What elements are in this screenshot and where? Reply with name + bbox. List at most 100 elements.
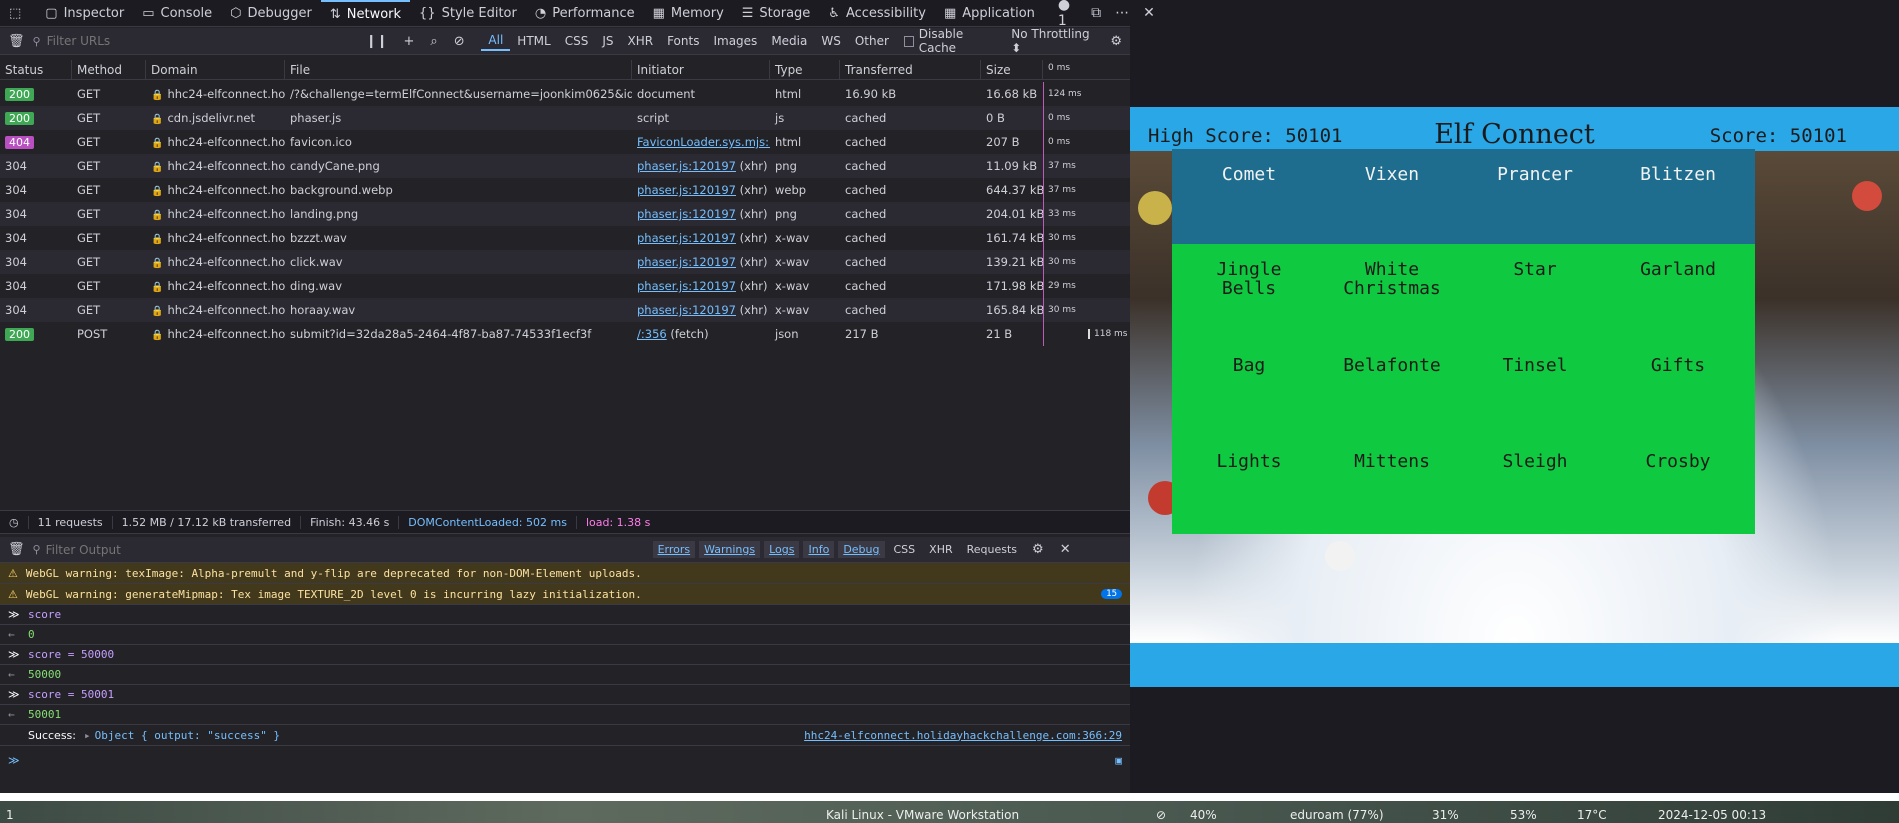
word-tile[interactable]: Gifts	[1601, 340, 1755, 438]
col-method[interactable]: Method	[72, 60, 146, 79]
initiator-link[interactable]: phaser.js:120197	[637, 231, 736, 245]
tab-style-editor[interactable]: {} Style Editor	[410, 0, 526, 27]
split-console-icon[interactable]: ▣	[1115, 754, 1122, 767]
filter-urls-input[interactable]	[40, 31, 358, 51]
expand-triangle-icon[interactable]: ▸	[84, 729, 91, 742]
tab-console[interactable]: ▭ Console	[133, 0, 221, 27]
search-icon[interactable]: ⌕	[422, 34, 445, 49]
word-tile[interactable]: Garland	[1601, 244, 1755, 342]
console-input-row[interactable]: ≫ ▣	[0, 746, 1130, 774]
type-filter-html[interactable]: HTML	[510, 32, 557, 50]
col-transferred[interactable]: Transferred	[840, 60, 981, 79]
type-filter-all[interactable]: All	[481, 31, 511, 51]
request-row[interactable]: 304 GET 🔒 hhc24-elfconnect.ho... bzzzt.wav ph…	[0, 226, 1130, 250]
console-filter-css[interactable]: CSS	[889, 541, 921, 558]
initiator-link[interactable]: /:356	[637, 327, 667, 341]
console-level-logs[interactable]: Logs	[764, 541, 800, 558]
console-close-icon[interactable]: ✕	[1052, 542, 1079, 557]
dock-icon[interactable]: ⧉	[1084, 5, 1108, 21]
request-row[interactable]: 304 GET 🔒 hhc24-elfconnect.ho... background.…	[0, 178, 1130, 202]
col-type[interactable]: Type	[770, 60, 840, 79]
initiator-link[interactable]: phaser.js:120197	[637, 279, 736, 293]
pause-icon[interactable]: ❙❙	[358, 34, 396, 49]
tab-network[interactable]: ⇅ Network	[320, 0, 411, 27]
word-tile[interactable]: Bag	[1172, 340, 1326, 438]
workspace-indicator[interactable]: 1	[6, 808, 14, 822]
type-filter-css[interactable]: CSS	[558, 32, 596, 50]
col-file[interactable]: File	[285, 60, 632, 79]
console-level-warnings[interactable]: Warnings	[699, 541, 761, 558]
request-row[interactable]: 200 POST 🔒 hhc24-elfconnect.ho... submit?id=…	[0, 322, 1130, 346]
word-tile[interactable]: Belafonte	[1315, 340, 1469, 438]
word-tile[interactable]: Comet	[1172, 149, 1326, 247]
block-icon[interactable]: ⊘	[446, 34, 473, 49]
word-tile[interactable]: Tinsel	[1458, 340, 1612, 438]
word-tile[interactable]: Blitzen	[1601, 149, 1755, 247]
type-filter-images[interactable]: Images	[706, 32, 764, 50]
pick-element-button[interactable]: ⬚	[0, 0, 36, 27]
initiator-link[interactable]: phaser.js:120197	[637, 159, 736, 173]
tab-debugger[interactable]: ⬡ Debugger	[221, 0, 321, 27]
word-tile[interactable]: Prancer	[1458, 149, 1612, 247]
col-domain[interactable]: Domain	[146, 60, 285, 79]
tab-inspector[interactable]: ▢ Inspector	[36, 0, 133, 27]
word-tile[interactable]: Sleigh	[1458, 436, 1612, 534]
type-filter-other[interactable]: Other	[848, 32, 896, 50]
request-row[interactable]: 304 GET 🔒 hhc24-elfconnect.ho... ding.wav pha…	[0, 274, 1130, 298]
type-filter-ws[interactable]: WS	[814, 32, 847, 50]
wifi-status[interactable]: eduroam (77%)	[1290, 808, 1384, 822]
word-tile[interactable]: Crosby	[1601, 436, 1755, 534]
console-level-info[interactable]: Info	[803, 541, 835, 558]
type-filter-fonts[interactable]: Fonts	[660, 32, 706, 50]
console-filter-input[interactable]	[40, 540, 651, 559]
add-request-icon[interactable]: +	[396, 34, 423, 49]
initiator-link[interactable]: phaser.js:120197	[637, 207, 736, 221]
word-tile[interactable]: Lights	[1172, 436, 1326, 534]
console-level-debug[interactable]: Debug	[838, 541, 885, 558]
initiator-link[interactable]: phaser.js:120197	[637, 255, 736, 269]
close-icon[interactable]: ✕	[1136, 5, 1162, 21]
console-filter-xhr[interactable]: XHR	[924, 541, 957, 558]
request-row[interactable]: 304 GET 🔒 hhc24-elfconnect.ho... click.wav ph…	[0, 250, 1130, 274]
tab-storage[interactable]: ☰ Storage	[733, 0, 820, 27]
word-tile[interactable]: Star	[1458, 244, 1612, 342]
clear-console-icon[interactable]: 🗑	[0, 542, 33, 557]
tab-accessibility[interactable]: ♿ Accessibility	[819, 0, 935, 27]
request-row[interactable]: 200 GET 🔒 cdn.jsdelivr.net phaser.js script js…	[0, 106, 1130, 130]
volume-level[interactable]: 40%	[1190, 808, 1217, 822]
initiator-link[interactable]: phaser.js:120197	[637, 183, 736, 197]
clear-requests-icon[interactable]: 🗑	[0, 34, 33, 49]
console-filter-requests[interactable]: Requests	[962, 541, 1022, 558]
tab-performance[interactable]: ◔ Performance	[526, 0, 644, 27]
request-row[interactable]: 304 GET 🔒 hhc24-elfconnect.ho... landing.png…	[0, 202, 1130, 226]
col-initiator[interactable]: Initiator	[632, 60, 770, 79]
console-level-errors[interactable]: Errors	[652, 541, 696, 558]
word-tile[interactable]: Mittens	[1315, 436, 1469, 534]
request-row[interactable]: 304 GET 🔒 hhc24-elfconnect.ho... candyCane.p…	[0, 154, 1130, 178]
type-filter-xhr[interactable]: XHR	[620, 32, 660, 50]
tab-memory[interactable]: ▦ Memory	[644, 0, 733, 27]
col-status[interactable]: Status	[0, 60, 72, 79]
settings-gear-icon[interactable]: ⚙	[1102, 34, 1130, 49]
word-tile[interactable]: White Christmas	[1315, 244, 1469, 342]
word-tile[interactable]: Vixen	[1315, 149, 1469, 247]
col-size[interactable]: Size	[981, 60, 1043, 79]
console-settings-icon[interactable]: ⚙	[1024, 542, 1052, 557]
request-row[interactable]: 200 GET 🔒 hhc24-elfconnect.ho... /?&challeng…	[0, 82, 1130, 106]
tab-application[interactable]: ▦ Application	[935, 0, 1044, 27]
initiator-link[interactable]: FaviconLoader.sys.mjs:1...	[637, 135, 770, 149]
more-options-icon[interactable]: ⋯	[1108, 5, 1136, 21]
tray-mute-icon[interactable]: ⊘	[1156, 808, 1166, 822]
error-count-badge[interactable]: ● 1	[1044, 0, 1084, 29]
col-waterfall[interactable]: 0 ms	[1043, 60, 1130, 79]
disable-cache-checkbox[interactable]: Disable Cache	[896, 27, 1001, 55]
type-filter-media[interactable]: Media	[764, 32, 814, 50]
throttling-select[interactable]: No Throttling ⬍	[1001, 27, 1102, 55]
initiator-link[interactable]: phaser.js:120197	[637, 303, 736, 317]
request-row[interactable]: 304 GET 🔒 hhc24-elfconnect.ho... horaay.wav p…	[0, 298, 1130, 322]
word-tile[interactable]: Jingle Bells	[1172, 244, 1326, 342]
type-filter-js[interactable]: JS	[595, 32, 620, 50]
request-row[interactable]: 404 GET 🔒 hhc24-elfconnect.ho... favicon.ico…	[0, 130, 1130, 154]
success-object[interactable]: Object { output: "success" }	[95, 729, 280, 742]
success-source-link[interactable]: hhc24-elfconnect.holidayhackchallenge.co…	[804, 729, 1122, 742]
